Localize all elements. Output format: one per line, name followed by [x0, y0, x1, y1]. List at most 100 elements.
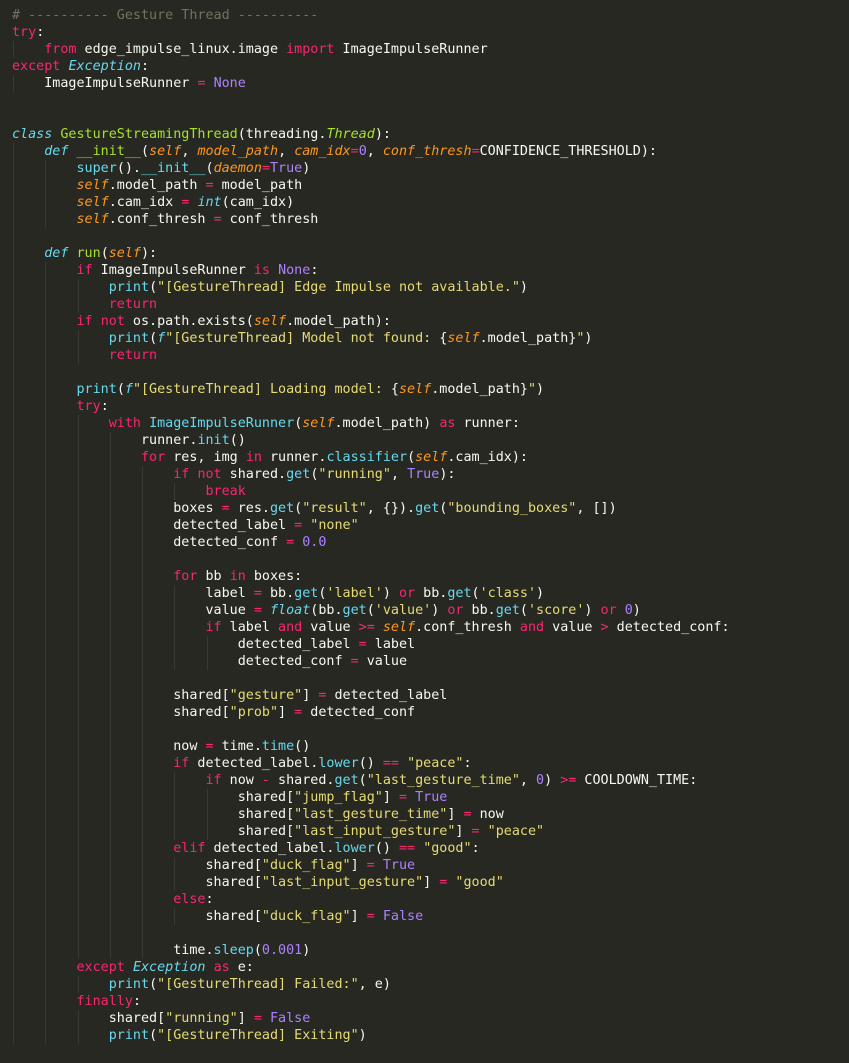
code-line[interactable]: class GestureStreamingThread(threading.T…: [0, 126, 849, 143]
indent-guide: [13, 398, 14, 415]
code-line[interactable]: [0, 109, 849, 126]
indent-guide: [142, 670, 143, 687]
code-line[interactable]: label = bb.get('label') or bb.get('class…: [0, 585, 849, 602]
code-line[interactable]: from edge_impulse_linux.image import Ima…: [0, 41, 849, 58]
code-line[interactable]: with ImageImpulseRunner(self.model_path)…: [0, 415, 849, 432]
indent-guide: [206, 653, 208, 670]
code-line[interactable]: except Exception as e:: [0, 959, 849, 976]
code-line[interactable]: [0, 670, 849, 687]
code-text: (: [519, 603, 528, 618]
code-line[interactable]: shared["gesture"] = detected_label: [0, 687, 849, 704]
code-line[interactable]: try:: [0, 24, 849, 41]
code-line[interactable]: runner.init(): [0, 432, 849, 449]
code-line[interactable]: for bb in boxes:: [0, 568, 849, 585]
code-line[interactable]: if not shared.get("running", True):: [0, 466, 849, 483]
code-line[interactable]: ImageImpulseRunner = None: [0, 75, 849, 92]
code-line[interactable]: value = float(bb.get('value') or bb.get(…: [0, 602, 849, 619]
code-line[interactable]: [0, 551, 849, 568]
indent-guide: [174, 789, 176, 806]
indent-guide: [77, 823, 79, 840]
indent-guide: [142, 857, 143, 874]
code-line[interactable]: if ImageImpulseRunner is None:: [0, 262, 849, 279]
keyword: break: [205, 484, 246, 499]
code-line[interactable]: boxes = res.get("result", {}).get("bound…: [0, 500, 849, 517]
indent-guide: [142, 908, 143, 925]
code-line[interactable]: detected_label = label: [0, 636, 849, 653]
code-line[interactable]: # ---------- Gesture Thread ----------: [0, 7, 849, 24]
code-line[interactable]: detected_label = "none": [0, 517, 849, 534]
code-line[interactable]: if now - shared.get("last_gesture_time",…: [0, 772, 849, 789]
code-text: (: [358, 773, 367, 788]
code-text: (: [149, 331, 158, 346]
code-line[interactable]: self.model_path = model_path: [0, 177, 849, 194]
code-line[interactable]: if detected_label.lower() == "peace":: [0, 755, 849, 772]
indent-guide: [13, 840, 14, 857]
code-line[interactable]: self.conf_thresh = conf_thresh: [0, 211, 849, 228]
code-line[interactable]: return: [0, 296, 849, 313]
code-line[interactable]: shared["last_input_gesture"] = "peace": [0, 823, 849, 840]
indent-guide: [109, 619, 111, 636]
code-line[interactable]: print(f"[GestureThread] Loading model: {…: [0, 381, 849, 398]
indent-guide: [142, 721, 143, 738]
code-line[interactable]: [0, 92, 849, 109]
code-line[interactable]: shared["last_gesture_time"] = now: [0, 806, 849, 823]
code-line[interactable]: super().__init__(daemon=True): [0, 160, 849, 177]
code-line[interactable]: finally:: [0, 993, 849, 1010]
code-text: (: [116, 382, 125, 397]
code-line[interactable]: def __init__(self, model_path, cam_idx=0…: [0, 143, 849, 160]
code-line[interactable]: for res, img in runner.classifier(self.c…: [0, 449, 849, 466]
parameter: self: [415, 450, 448, 465]
indent-guide: [13, 500, 14, 517]
code-editor[interactable]: # ---------- Gesture Thread ---------- tr…: [0, 0, 849, 1063]
code-line[interactable]: print(f"[GestureThread] Model not found:…: [0, 330, 849, 347]
code-line[interactable]: if not os.path.exists(self.model_path):: [0, 313, 849, 330]
code-line[interactable]: time.sleep(0.001): [0, 942, 849, 959]
code-line[interactable]: return: [0, 347, 849, 364]
indent-guide: [77, 687, 79, 704]
code-line[interactable]: print("[GestureThread] Edge Impulse not …: [0, 279, 849, 296]
code-line[interactable]: self.cam_idx = int(cam_idx): [0, 194, 849, 211]
code-line[interactable]: [0, 721, 849, 738]
indent-guide: [13, 721, 14, 738]
code-line[interactable]: [0, 364, 849, 381]
indent-guide: [45, 585, 47, 602]
code-line[interactable]: shared["last_input_gesture"] = "good": [0, 874, 849, 891]
code-line[interactable]: shared["jump_flag"] = True: [0, 789, 849, 806]
code-line[interactable]: else:: [0, 891, 849, 908]
code-line[interactable]: if label and value >= self.conf_thresh a…: [0, 619, 849, 636]
indent-guide: [13, 551, 14, 568]
code-line[interactable]: shared["duck_flag"] = False: [0, 908, 849, 925]
code-line[interactable]: shared["prob"] = detected_conf: [0, 704, 849, 721]
code-text: boxes:: [245, 569, 303, 584]
code-line[interactable]: shared["running"] = False: [0, 1010, 849, 1027]
code-line[interactable]: print("[GestureThread] Failed:", e): [0, 976, 849, 993]
constant: 0: [536, 773, 545, 788]
code-line[interactable]: def run(self):: [0, 245, 849, 262]
code-line[interactable]: except Exception:: [0, 58, 849, 75]
code-text: (): [229, 433, 246, 448]
code-line[interactable]: now = time.time(): [0, 738, 849, 755]
code-line[interactable]: [0, 925, 849, 942]
indent-guide: [109, 636, 111, 653]
indent-guide: [142, 568, 143, 585]
code-line[interactable]: elif detected_label.lower() == "good":: [0, 840, 849, 857]
code-line[interactable]: break: [0, 483, 849, 500]
indent-guide: [45, 398, 47, 415]
code-line[interactable]: try:: [0, 398, 849, 415]
indent-guide: [45, 925, 47, 942]
method-name: lower: [334, 841, 375, 856]
indent-guide: [45, 432, 47, 449]
indent-guide: [109, 772, 111, 789]
code-text: (: [471, 586, 480, 601]
code-line[interactable]: shared["duck_flag"] = True: [0, 857, 849, 874]
constant: False: [382, 909, 424, 924]
keyword: is: [253, 263, 270, 278]
indent-guide: [109, 738, 111, 755]
code-text: ]: [237, 1011, 254, 1026]
code-line[interactable]: print("[GestureThread] Exiting"): [0, 1027, 849, 1044]
code-line[interactable]: detected_conf = value: [0, 653, 849, 670]
code-line[interactable]: detected_conf = 0.0: [0, 534, 849, 551]
keyword: for: [173, 569, 198, 584]
code-line[interactable]: [0, 228, 849, 245]
